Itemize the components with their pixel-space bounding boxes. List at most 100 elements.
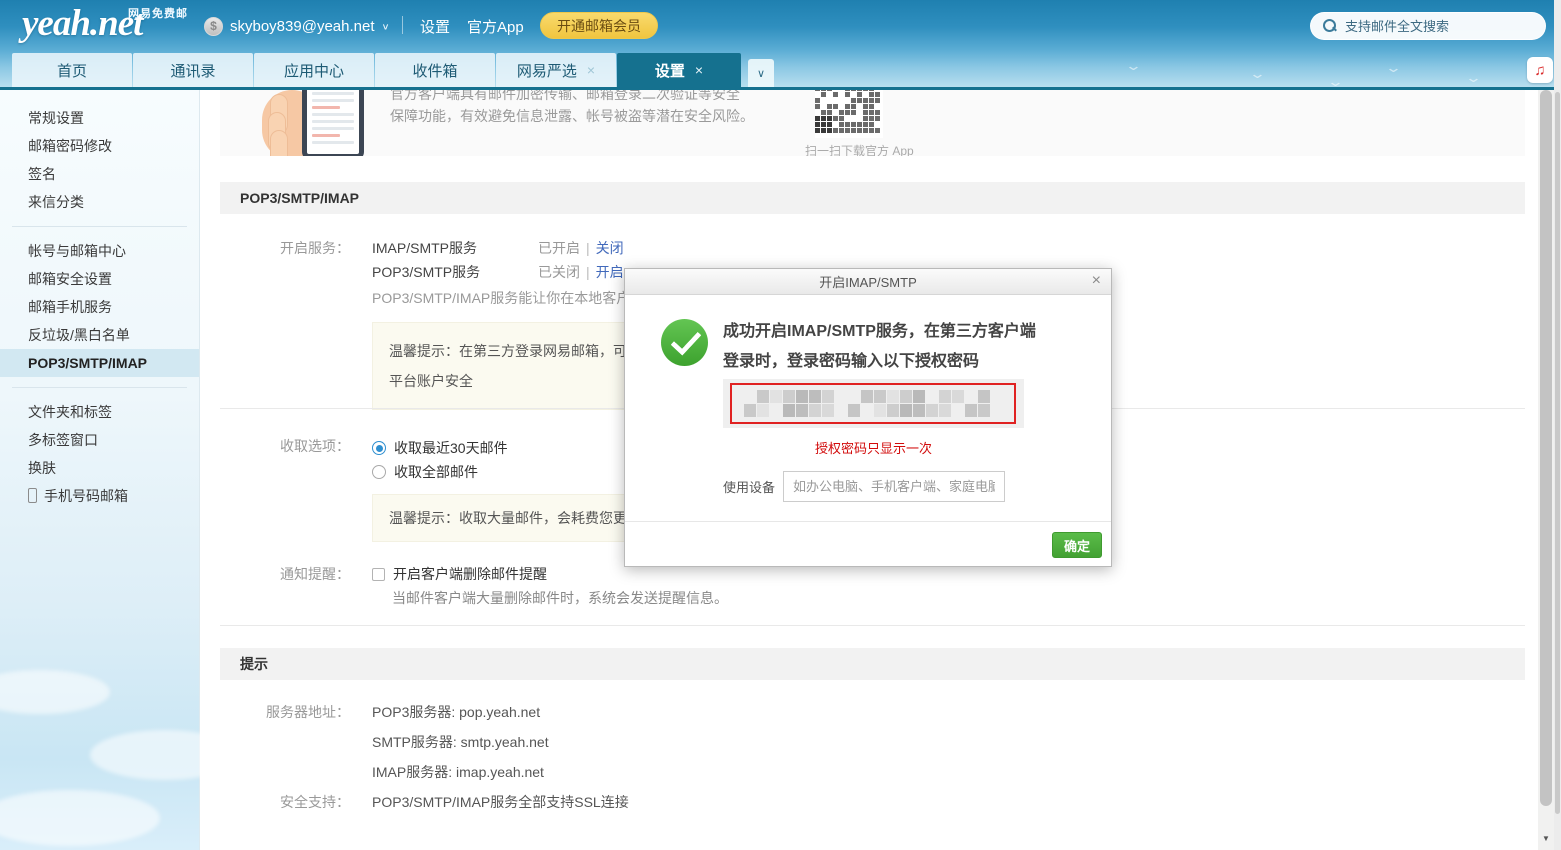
sidebar-item-label: 邮箱手机服务 [28,299,112,315]
authorization-password-panel [723,379,1024,428]
tab-inbox[interactable]: 收件箱 [375,53,495,87]
cloud-decoration [0,670,110,714]
service-switch-label: 开启服务： [220,238,350,286]
phone-in-hand-illustration [268,90,388,156]
notify-row: 通知提醒： 开启客户端删除邮件提醒 [220,564,1525,584]
account-menu[interactable]: $ skyboy839@yeah.net ∨ [204,14,390,38]
service-status: 已开启 [538,238,580,262]
mail-search-box[interactable] [1310,12,1546,40]
tab-label: 首页 [57,60,87,81]
tab-list-dropdown-button[interactable]: ∨ [748,59,774,87]
sidebar-item-signature[interactable]: 签名 [0,160,199,188]
sidebar-item-label: 来信分类 [28,194,84,210]
notify-label: 通知提醒： [220,564,350,584]
section-divider [220,625,1525,626]
yeah-net-logo[interactable]: yeah.net 网易免费邮 [22,2,212,50]
section-title-tips: 提示 [220,648,1525,680]
radio-selected-icon[interactable] [372,441,386,455]
sidebar-item-folders-tags[interactable]: 文件夹和标签 [0,398,199,426]
sidebar-item-multitab-window[interactable]: 多标签窗口 [0,426,199,454]
sidebar-item-change-skin[interactable]: 换肤 [0,454,199,482]
fetch-30days-option[interactable]: 收取最近30天邮件 [372,436,508,460]
header-settings-link[interactable]: 设置 [420,16,450,37]
settings-sidebar: 常规设置 邮箱密码修改 签名 来信分类 帐号与邮箱中心 邮箱安全设置 邮箱手机服… [0,90,200,850]
sidebar-item-mobile-service[interactable]: 邮箱手机服务 [0,293,199,321]
radio-unselected-icon[interactable] [372,465,386,479]
confirm-button[interactable]: 确定 [1052,532,1102,558]
qr-code-image [815,90,883,138]
pop3-smtp-open-link[interactable]: 开启 [596,262,624,286]
tab-yanxuan[interactable]: 网易严选 × [496,53,616,87]
sidebar-item-antispam-blacklist[interactable]: 反垃圾/黑白名单 [0,321,199,349]
header-app-link[interactable]: 官方App [467,16,524,37]
imap-smtp-close-link[interactable]: 关闭 [596,238,624,262]
window-scrollbar-thumb[interactable] [1555,92,1560,814]
bird-decoration: ⌄ [1249,66,1266,82]
tab-label: 收件箱 [412,60,457,81]
tab-home[interactable]: 首页 [12,53,132,87]
brand-tagline: 网易免费邮 [128,5,188,21]
service-name: IMAP/SMTP服务 [372,238,538,262]
scrollbar-down-arrow[interactable]: ▼ [1538,834,1554,848]
search-input[interactable] [1345,19,1525,34]
dialog-titlebar[interactable]: 开启IMAP/SMTP × [625,269,1111,295]
chevron-down-icon: ∨ [382,21,390,31]
yeah-net-mail-settings-page: ⌄ ⌄ ⌄ ⌄ ⌄ yeah.net 网易免费邮 $ skyboy839@yea… [0,0,1561,850]
bird-decoration: ⌄ [1385,60,1402,76]
sidebar-item-label: 邮箱密码修改 [28,138,112,154]
sidebar-item-security-settings[interactable]: 邮箱安全设置 [0,265,199,293]
tab-app-center[interactable]: 应用中心 [254,53,374,87]
service-description: POP3/SMTP/IMAP服务能让你在本地客户端上 [372,288,658,308]
sidebar-item-general-settings[interactable]: 常规设置 [0,104,199,132]
close-icon[interactable]: × [587,62,595,78]
content-scrollbar[interactable]: ▼ [1538,90,1554,850]
delete-reminder-checkbox-row[interactable]: 开启客户端删除邮件提醒 [372,564,547,584]
account-email: skyboy839@yeah.net [230,18,375,35]
smtp-server-value: SMTP服务器: smtp.yeah.net [372,727,629,757]
content-scrollbar-thumb[interactable] [1540,90,1552,806]
server-info-grid: 服务器地址： 安全支持： POP3服务器: pop.yeah.net SMTP服… [220,697,629,817]
close-icon[interactable]: × [695,62,703,78]
search-icon [1323,19,1337,33]
sidebar-item-incoming-classification[interactable]: 来信分类 [0,188,199,216]
pop3-server-value: POP3服务器: pop.yeah.net [372,697,629,727]
music-icon[interactable]: ♫ [1527,57,1553,83]
checkbox-unchecked-icon[interactable] [372,568,385,581]
authorization-password-masked [730,383,1016,424]
dialog-body: 成功开启IMAP/SMTP服务，在第三方客户端登录时，登录密码输入以下授权密码 … [625,295,1111,567]
sidebar-item-account-center[interactable]: 帐号与邮箱中心 [0,237,199,265]
banner-line-1: 官方客户端具有邮件加密传输、邮箱登录二次验证等安全 [390,90,754,105]
ssl-support-label: 安全支持： [220,787,350,817]
tab-bar: 首页 通讯录 应用中心 收件箱 网易严选 × 设置 × ∨ [12,53,774,87]
ssl-support-value: POP3/SMTP/IMAP服务全部支持SSL连接 [372,787,629,817]
tab-contacts[interactable]: 通讯录 [133,53,253,87]
header: ⌄ ⌄ ⌄ ⌄ ⌄ yeah.net 网易免费邮 $ skyboy839@yea… [0,0,1561,90]
bird-decoration: ⌄ [1465,70,1482,86]
device-name-input[interactable] [783,471,1005,502]
sidebar-item-phone-number-mailbox[interactable]: 手机号码邮箱 [0,482,199,510]
window-scrollbar[interactable] [1554,0,1561,850]
cloud-decoration [0,790,160,846]
dialog-footer-divider [625,521,1111,522]
sidebar-item-pop3-smtp-imap[interactable]: POP3/SMTP/IMAP [0,349,199,377]
imap-server-value: IMAP服务器: imap.yeah.net [372,757,629,787]
brand-text: yeah.net [22,3,142,44]
sidebar-divider [12,387,187,388]
bird-decoration: ⌄ [1125,58,1142,74]
sidebar-item-label: 签名 [28,166,56,182]
header-divider [402,16,403,34]
service-name: POP3/SMTP服务 [372,262,538,286]
tab-label: 网易严选 [517,60,577,81]
chevron-down-icon: ∨ [757,67,765,80]
sidebar-item-password-change[interactable]: 邮箱密码修改 [0,132,199,160]
vip-membership-button[interactable]: 开通邮箱会员 [540,12,658,39]
sidebar-item-label: 换肤 [28,460,56,476]
close-icon[interactable]: × [1092,272,1101,290]
separator: | [586,262,590,286]
tab-label: 应用中心 [284,60,344,81]
fetch-all-option[interactable]: 收取全部邮件 [372,460,508,484]
notify-note: 当邮件客户端大量删除邮件时，系统会发送提醒信息。 [392,588,728,608]
coin-icon: $ [204,17,223,36]
tab-settings[interactable]: 设置 × [617,53,741,87]
sidebar-item-label: 反垃圾/黑白名单 [28,327,130,343]
